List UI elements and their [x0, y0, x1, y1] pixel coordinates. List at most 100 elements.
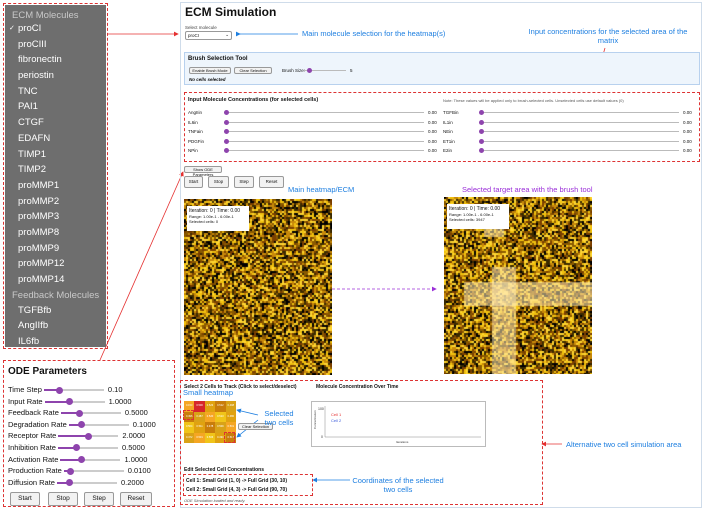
input-slider[interactable]: [479, 138, 484, 144]
molecule-select[interactable]: proCI ⌄: [185, 31, 232, 40]
ode-param-value: 2.0000: [122, 431, 146, 441]
ode-start-button[interactable]: Start: [10, 492, 40, 507]
small-grid-cell[interactable]: 0.512: [215, 401, 226, 412]
input-row-il1in: IL1in 0.00: [443, 119, 693, 126]
cell-coordinates-box: Cell 1: Small Grid (1, 0) -> Full Grid (…: [183, 474, 313, 496]
ode-param-slider[interactable]: [77, 421, 85, 429]
input-track: [479, 112, 679, 113]
ode-param-label: Diffusion Rate: [8, 477, 55, 487]
ode-param-value: 0.10: [107, 385, 123, 394]
enable-brush-button[interactable]: Enable Brush Mode: [189, 67, 231, 74]
ode-stop-button[interactable]: Stop: [48, 492, 78, 507]
stop-button[interactable]: Stop: [208, 176, 229, 188]
ode-param-value: 0.2000: [120, 477, 144, 487]
input-row-et1in: ET1in 0.00: [443, 138, 693, 145]
small-grid-cell[interactable]: 0.520: [204, 411, 216, 422]
ode-param-slider[interactable]: [85, 432, 93, 440]
cell2-coordinates: Cell 2: Small Grid (4, 3) -> Full Grid (…: [186, 487, 287, 493]
ode-param-slider[interactable]: [66, 467, 74, 475]
ode-param-value: 0.5000: [124, 408, 148, 418]
input-slider[interactable]: [224, 138, 229, 144]
ode-param-slider[interactable]: [55, 386, 63, 394]
ode-param-row: Degradation Rate 0.1000: [8, 419, 170, 431]
ode-param-row: Input Rate 1.0000: [8, 396, 170, 408]
annotation-selected-target: Selected target area with the brush tool: [462, 185, 593, 194]
dropdown-highlight: [3, 3, 108, 349]
input-slider[interactable]: [224, 119, 229, 125]
ode-parameters-panel: ODE Parameters Time Step 0.10 Input Rate 1.…: [3, 360, 175, 507]
input-label: NEin: [443, 129, 453, 134]
input-label: E2in: [443, 148, 453, 153]
brush-panel: Brush Selection Tool Enable Brush Mode C…: [184, 52, 700, 85]
input-value: 0.00: [683, 129, 692, 134]
ode-param-slider[interactable]: [78, 456, 86, 464]
small-grid-cell[interactable]: 0.487: [194, 411, 205, 422]
ode-param-slider[interactable]: [65, 398, 73, 406]
ode-param-slider[interactable]: [75, 409, 83, 417]
input-row-nein: NEin 0.00: [443, 128, 693, 135]
ode-param-slider[interactable]: [65, 479, 73, 487]
brush-size-slider[interactable]: [307, 67, 312, 73]
selected-cell-1-box: [183, 410, 194, 420]
selected-cell-2-box: [224, 432, 235, 443]
app-title: ECM Simulation: [185, 5, 277, 19]
input-slider[interactable]: [224, 129, 229, 134]
ode-param-value: 1.0000: [108, 396, 132, 406]
small-grid-cell[interactable]: 0.472: [184, 432, 195, 443]
small-grid-cell[interactable]: 0.511: [194, 422, 205, 433]
input-label: NPin: [188, 148, 198, 153]
input-value: 0.00: [428, 110, 437, 115]
input-slider[interactable]: [479, 119, 484, 125]
small-grid-cell[interactable]: 0.509: [215, 422, 226, 433]
ode-param-value: 0.0100: [127, 466, 151, 476]
input-value: 0.00: [428, 129, 437, 134]
reset-button[interactable]: Reset: [259, 176, 284, 188]
main-selected-text: Selected cells: 0: [189, 219, 219, 224]
ode-step-button[interactable]: Step: [84, 492, 114, 507]
ode-reset-button[interactable]: Reset: [120, 492, 152, 507]
input-slider[interactable]: [479, 129, 484, 134]
input-value: 0.00: [428, 119, 437, 125]
step-button[interactable]: Step: [234, 176, 254, 188]
small-grid-cell[interactable]: 0.501: [194, 432, 205, 443]
brush-size-value: 5: [350, 68, 353, 73]
clear-selection-button[interactable]: Clear Selection: [234, 67, 272, 74]
annotation-coords: Coordinates of the selected two cells: [352, 476, 444, 494]
input-track: [479, 140, 679, 142]
input-label: AngIIin: [188, 110, 203, 115]
input-slider[interactable]: [224, 110, 229, 115]
annotation-selected-two: Selected two cells: [264, 409, 294, 427]
ode-param-row: Diffusion Rate 0.2000: [8, 477, 170, 489]
main-heatmap-info: Iteration: 0 | Time: 0.00 Range: 1.00e-1…: [187, 206, 249, 231]
small-grid-cell[interactable]: 0.501: [225, 422, 236, 433]
small-grid-cell[interactable]: 0.513: [215, 411, 226, 422]
small-grid-cell[interactable]: 0.480: [225, 411, 236, 422]
ode-param-value: 1.0000: [124, 454, 148, 464]
input-label: ET1in: [443, 138, 455, 144]
input-track: [224, 121, 424, 123]
brush-size-label: Brush Size:: [282, 68, 306, 73]
input-slider[interactable]: [479, 148, 484, 153]
small-grid-cell[interactable]: 0.506: [204, 432, 216, 443]
input-value: 0.00: [683, 138, 692, 144]
small-grid-cell[interactable]: 0.500: [194, 401, 205, 412]
input-value: 0.00: [683, 119, 692, 125]
small-grid-cell[interactable]: 0.523: [204, 401, 216, 412]
chart-legend-entry: Cell 2: [331, 418, 342, 423]
input-row-tgfbin: TGFBin 0.00: [443, 109, 693, 116]
small-grid-cell[interactable]: 0.504: [184, 422, 195, 433]
small-grid-cell[interactable]: 0.498: [225, 401, 236, 412]
chart-y-label: Concentration: [313, 410, 317, 429]
ode-param-slider[interactable]: [72, 444, 80, 452]
chart-y-tick: 100: [318, 407, 324, 411]
show-ode-button[interactable]: Show ODE Parameters: [184, 166, 222, 177]
small-grid-cell[interactable]: 0.478: [204, 422, 216, 433]
input-value: 0.00: [428, 148, 437, 153]
start-button[interactable]: Start: [184, 176, 203, 188]
input-slider[interactable]: [224, 148, 229, 153]
ode-param-label: Inhibition Rate: [8, 442, 56, 452]
input-slider[interactable]: [479, 110, 484, 115]
selected-count-text: Selected cells: 3947: [449, 217, 485, 222]
chart-y-zero: 0: [321, 435, 323, 439]
annotation-small-heatmap: Small heatmap: [183, 388, 234, 397]
